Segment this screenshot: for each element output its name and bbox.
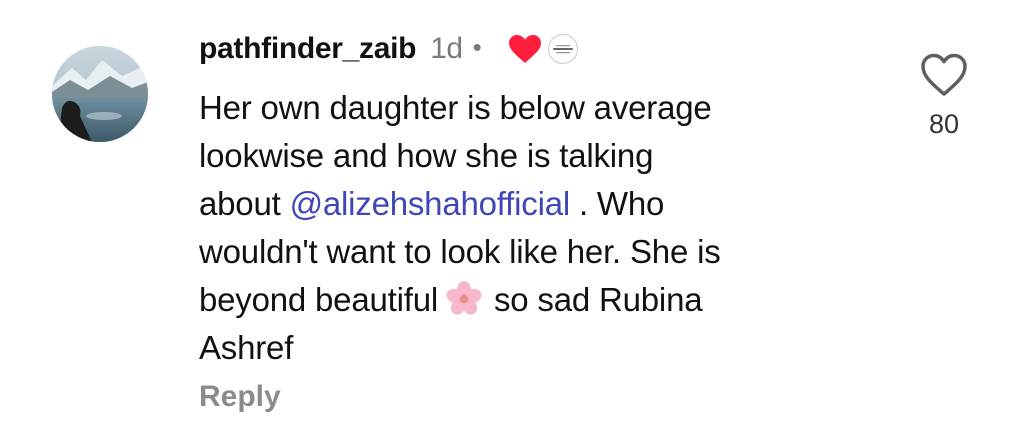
comment-text: Her own daughter is below average lookwi… (199, 84, 889, 372)
separator-dot: • (472, 31, 482, 62)
comment-line: about @alizehshahofficial . Who (199, 185, 665, 222)
avatar[interactable] (52, 46, 148, 142)
comment-line: Ashref (199, 329, 294, 366)
mention-link[interactable]: @alizehshahofficial (290, 185, 571, 222)
comment-header: pathfinder_zaib 1d • (199, 28, 578, 70)
timestamp: 1d (430, 32, 463, 65)
avatar-image (52, 46, 148, 142)
red-heart-icon (508, 34, 542, 64)
comment-line: beyond beautiful so sad Rubina (199, 281, 703, 318)
heart-outline-icon[interactable] (920, 53, 968, 97)
comment-line: lookwise and how she is talking (199, 137, 654, 174)
comment-line: wouldn't want to look like her. She is (199, 233, 721, 270)
comment: pathfinder_zaib 1d • Her own daughter is… (0, 0, 1024, 447)
cherry-blossom-icon (446, 281, 482, 317)
like-count: 80 (928, 109, 960, 139)
comment-line: Her own daughter is below average (199, 89, 712, 126)
like-control: 80 (918, 53, 970, 140)
author-avatar-icon (547, 34, 578, 64)
reply-button[interactable]: Reply (199, 380, 281, 414)
username[interactable]: pathfinder_zaib (199, 32, 417, 66)
